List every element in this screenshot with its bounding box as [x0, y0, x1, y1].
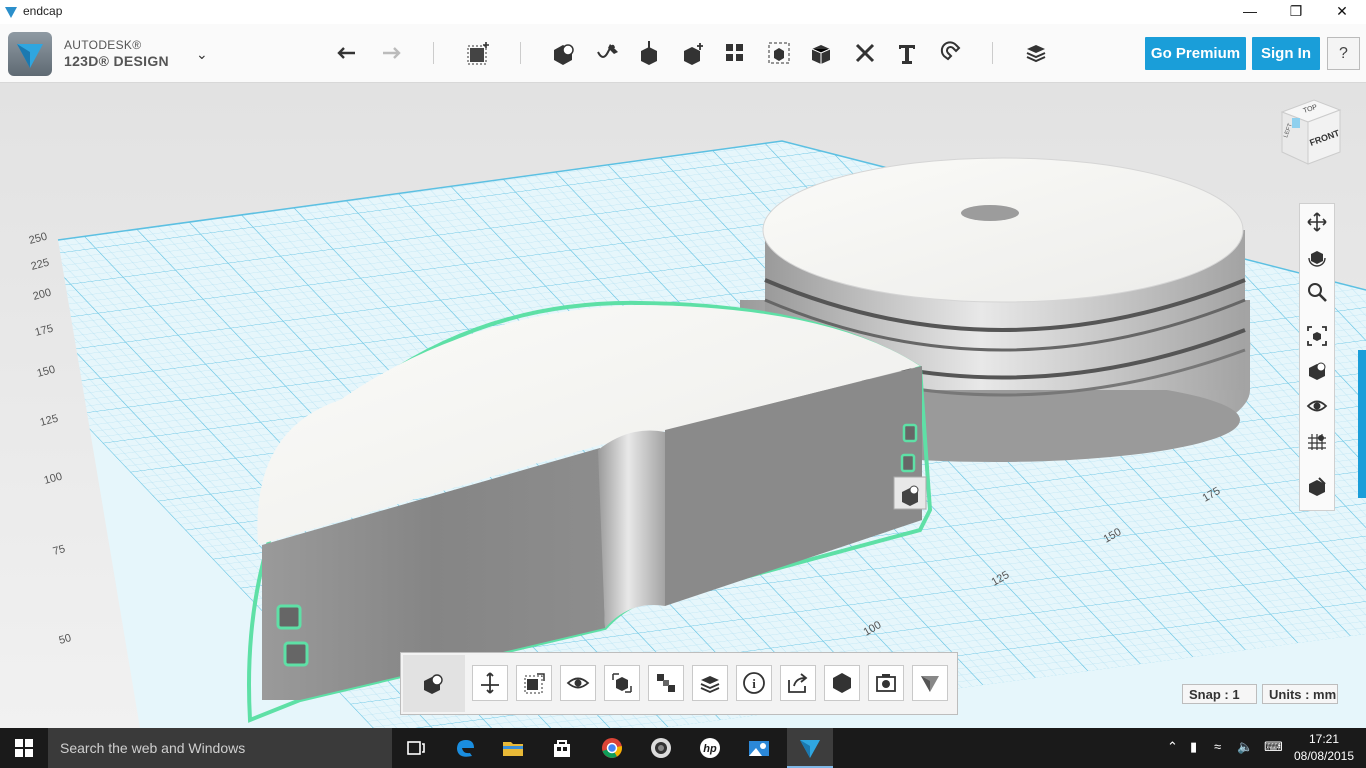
grouping-tool-icon[interactable]: [762, 36, 796, 70]
grid-toggle-icon[interactable]: [1304, 428, 1330, 454]
export-icon[interactable]: [780, 665, 816, 701]
window-title: endcap: [23, 4, 63, 18]
redo-icon[interactable]: [373, 36, 407, 70]
app-logo-mark-icon: [17, 44, 43, 68]
taskbar-search-box[interactable]: Search the web and Windows: [48, 728, 392, 768]
windows-taskbar: Search the web and Windows hp ⌃ ▮ ≈ 🔈 ⌨ …: [0, 728, 1366, 768]
file-explorer-icon[interactable]: [495, 734, 531, 762]
info-icon[interactable]: i: [736, 665, 772, 701]
perspective-icon[interactable]: [1304, 358, 1330, 384]
edge-browser-icon[interactable]: [447, 734, 483, 762]
app-logo-icon[interactable]: [8, 32, 52, 76]
construct-tool-icon[interactable]: [632, 36, 666, 70]
move-icon[interactable]: [472, 665, 508, 701]
tweak-object-icon[interactable]: [415, 665, 451, 701]
chrome-icon[interactable]: [594, 734, 630, 762]
view-cube[interactable]: TOP FRONT LEFT: [1278, 98, 1342, 168]
units-setting[interactable]: Units : mm: [1262, 684, 1338, 704]
primitives-tool-icon[interactable]: [546, 36, 580, 70]
pattern-tool-icon[interactable]: [718, 36, 752, 70]
side-panel-tab[interactable]: [1358, 350, 1366, 498]
123d-design-taskbar-icon[interactable]: [792, 734, 828, 762]
design-viewport[interactable]: 250 225 200 175 150 125 100 75 50 100 12…: [0, 83, 1366, 728]
visibility-eye-icon[interactable]: [1304, 393, 1330, 419]
keyboard-icon[interactable]: ⌨: [1264, 739, 1283, 755]
group-icon[interactable]: [604, 665, 640, 701]
battery-icon[interactable]: ▮: [1190, 739, 1197, 755]
measure-tool-icon[interactable]: [848, 36, 882, 70]
tray-chevron-icon[interactable]: ⌃: [1167, 739, 1178, 755]
clock-time[interactable]: 17:21: [1294, 732, 1354, 746]
search-placeholder: Search the web and Windows: [60, 740, 246, 756]
material-icon[interactable]: [692, 665, 728, 701]
fit-view-icon[interactable]: [1304, 323, 1330, 349]
toolbar-divider: [520, 42, 521, 64]
maximize-button[interactable]: ❐: [1273, 0, 1319, 24]
text-tool-icon[interactable]: [890, 36, 924, 70]
smooth-mesh-icon[interactable]: [824, 665, 860, 701]
scene-canvas: 250 225 200 175 150 125 100 75 50 100 12…: [0, 83, 1366, 728]
scale-icon[interactable]: [516, 665, 552, 701]
hide-eye-icon[interactable]: [560, 665, 596, 701]
start-button[interactable]: [0, 728, 48, 768]
snap-setting[interactable]: Snap : 1: [1182, 684, 1257, 704]
camera-snapshot-icon[interactable]: [868, 665, 904, 701]
zoom-icon[interactable]: [1304, 279, 1330, 305]
windows-logo-icon: [15, 739, 33, 757]
undo-icon[interactable]: [331, 36, 365, 70]
svg-text:hp: hp: [703, 743, 717, 755]
minimize-button[interactable]: —: [1227, 0, 1273, 24]
wifi-icon[interactable]: ≈: [1214, 739, 1221, 754]
material-tool-icon[interactable]: [1019, 36, 1053, 70]
close-button[interactable]: ✕: [1319, 0, 1365, 24]
navigation-bar: [1299, 203, 1335, 511]
camera-app-icon[interactable]: [643, 734, 679, 762]
go-premium-button[interactable]: Go Premium: [1145, 37, 1246, 70]
transform-tool-icon[interactable]: [461, 36, 495, 70]
modify-tool-icon[interactable]: [676, 36, 710, 70]
orbit-icon[interactable]: [1304, 244, 1330, 270]
snap-tool-icon[interactable]: [934, 36, 968, 70]
brand-product: 123D® DESIGN: [64, 53, 169, 69]
help-button[interactable]: ?: [1327, 37, 1360, 70]
volume-icon[interactable]: 🔈: [1237, 739, 1253, 755]
clock-date[interactable]: 08/08/2015: [1289, 749, 1359, 763]
toolbar-divider: [992, 42, 993, 64]
context-palette: i: [400, 652, 958, 715]
hp-app-icon[interactable]: hp: [692, 734, 728, 762]
app-logo-icon: [5, 7, 17, 18]
sketch-tool-icon[interactable]: [590, 36, 624, 70]
window-title-bar: endcap — ❐ ✕: [0, 0, 1366, 24]
print-3d-icon[interactable]: [912, 665, 948, 701]
pan-icon[interactable]: [1304, 209, 1330, 235]
toolbar-divider: [433, 42, 434, 64]
main-toolbar: AUTODESK® 123D® DESIGN ⌄ Go Premium Sign…: [0, 24, 1366, 83]
task-view-icon[interactable]: [398, 734, 434, 762]
material-display-icon[interactable]: [1304, 473, 1330, 499]
photos-app-icon[interactable]: [741, 734, 777, 762]
brand-company: AUTODESK®: [64, 38, 142, 52]
sign-in-button[interactable]: Sign In: [1252, 37, 1320, 70]
svg-text:i: i: [752, 676, 756, 691]
app-menu-chevron-icon[interactable]: ⌄: [196, 46, 208, 63]
ungroup-icon[interactable]: [648, 665, 684, 701]
combine-tool-icon[interactable]: [804, 36, 838, 70]
store-icon[interactable]: [544, 734, 580, 762]
